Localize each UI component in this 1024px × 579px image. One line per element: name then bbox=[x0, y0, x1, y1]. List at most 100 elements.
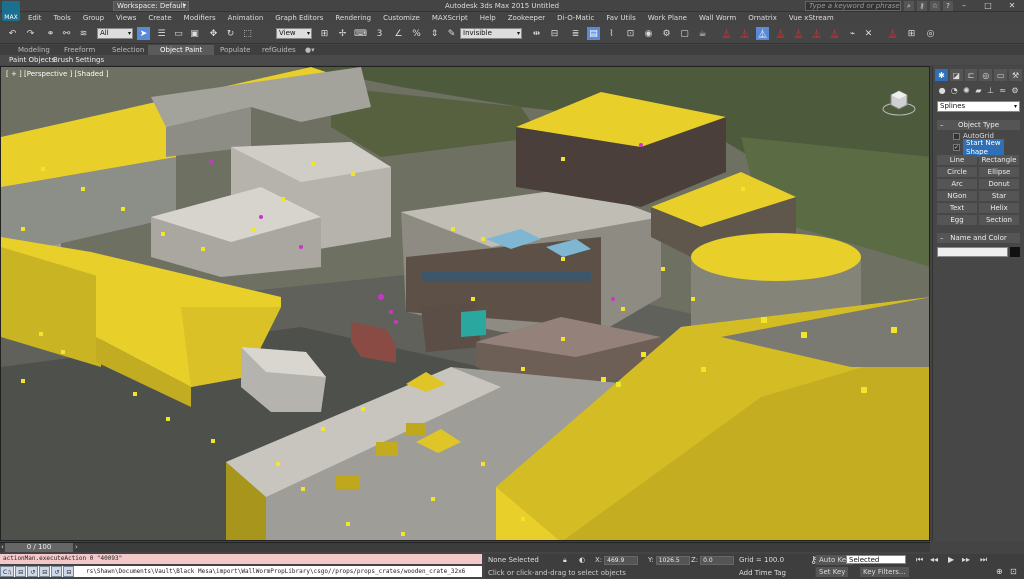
maximize-icon[interactable]: □ bbox=[976, 0, 1000, 11]
keyboard-shortcut-icon[interactable]: ⌨ bbox=[354, 27, 367, 40]
x-coord-field[interactable]: 469.9 bbox=[604, 555, 639, 565]
donut-button[interactable]: Donut bbox=[979, 179, 1019, 189]
display-tab-icon[interactable]: ▭ bbox=[994, 69, 1008, 81]
shapes-icon[interactable]: ◔ bbox=[949, 86, 959, 97]
menu-rendering[interactable]: Rendering bbox=[329, 13, 377, 24]
utilities-tab-icon[interactable]: ⚒ bbox=[1009, 69, 1022, 81]
spacewarps-icon[interactable]: ≈ bbox=[998, 86, 1008, 97]
object-color-swatch[interactable] bbox=[1010, 247, 1020, 257]
menu-tools[interactable]: Tools bbox=[48, 13, 77, 24]
ribbon-options-icon[interactable]: ●▾ bbox=[305, 45, 315, 55]
key-filters-button[interactable]: Key Filters... bbox=[860, 567, 909, 577]
tab-freeform[interactable]: Freeform bbox=[64, 45, 95, 55]
snaps-toggle-icon[interactable]: 3 bbox=[373, 27, 386, 40]
helpers-icon[interactable]: ⊥ bbox=[986, 86, 996, 97]
menu-animation[interactable]: Animation bbox=[222, 13, 270, 24]
circle-button[interactable]: Circle bbox=[937, 167, 977, 177]
menu-graph-editors[interactable]: Graph Editors bbox=[269, 13, 329, 24]
motion-tab-icon[interactable]: ◎ bbox=[979, 69, 993, 81]
autogrid-box[interactable] bbox=[953, 133, 960, 140]
menu-fav-utils[interactable]: Fav Utils bbox=[600, 13, 641, 24]
material-editor-icon[interactable]: ◉ bbox=[642, 27, 655, 40]
set-key-button[interactable]: Set Key bbox=[816, 567, 849, 577]
move-icon[interactable]: ✥ bbox=[207, 27, 220, 40]
wallworm-tool-8-icon[interactable]: ⌁ bbox=[846, 27, 859, 40]
menu-customize[interactable]: Customize bbox=[377, 13, 426, 24]
rect-selection-icon[interactable]: ▭ bbox=[172, 27, 185, 40]
maximize-viewport-icon[interactable]: ⊡ bbox=[1010, 567, 1017, 577]
prev-key-icon[interactable]: ◂◂ bbox=[930, 555, 938, 565]
tab-selection[interactable]: Selection bbox=[112, 45, 144, 55]
workspace-dropdown[interactable]: Workspace: Default bbox=[113, 1, 189, 11]
star-icon[interactable]: ☆ bbox=[930, 1, 940, 11]
menu-maxscript[interactable]: MAXScript bbox=[426, 13, 474, 24]
wallworm-tool-3-icon[interactable]: ⏅ bbox=[756, 27, 769, 40]
tab-modeling[interactable]: Modeling bbox=[18, 45, 50, 55]
select-object-icon[interactable]: ➤ bbox=[137, 27, 150, 40]
wallworm-tool-11-icon[interactable]: ◎ bbox=[924, 27, 937, 40]
section-button[interactable]: Section bbox=[979, 215, 1019, 225]
schematic-view-icon[interactable]: ⊡ bbox=[624, 27, 637, 40]
menu-modifiers[interactable]: Modifiers bbox=[178, 13, 222, 24]
menu-edit[interactable]: Edit bbox=[22, 13, 48, 24]
app-logo-button[interactable]: MAX bbox=[2, 1, 20, 21]
render-teapot-icon[interactable]: ☕ bbox=[696, 27, 709, 40]
lock-selection-icon[interactable]: 🔒︎ bbox=[563, 555, 567, 565]
rectangle-button[interactable]: Rectangle bbox=[979, 155, 1019, 165]
quick-btn-2[interactable]: ⊟ bbox=[15, 566, 27, 577]
selection-filter-dropdown[interactable]: All bbox=[97, 28, 133, 39]
rotate-icon[interactable]: ↻ bbox=[224, 27, 237, 40]
time-slider-thumb[interactable]: 0 / 100 bbox=[5, 543, 73, 552]
wallworm-tool-1-icon[interactable]: ⏅ bbox=[720, 27, 733, 40]
create-tab-icon[interactable]: ✱ bbox=[935, 69, 948, 81]
menu-zookeeper[interactable]: Zookeeper bbox=[502, 13, 551, 24]
named-selection-dropdown[interactable]: Invisible bbox=[460, 28, 522, 39]
graphite-toggle-icon[interactable]: ▤ bbox=[587, 27, 600, 40]
select-manipulate-icon[interactable]: ✢ bbox=[336, 27, 349, 40]
percent-snap-icon[interactable]: % bbox=[410, 27, 423, 40]
star-button[interactable]: Star bbox=[979, 191, 1019, 201]
brush-settings-panel[interactable]: Brush Settings bbox=[53, 55, 104, 65]
reference-coord-dropdown[interactable]: View bbox=[276, 28, 312, 39]
y-coord-field[interactable]: 1026.5 bbox=[655, 555, 690, 565]
z-coord-field[interactable]: 0.0 bbox=[700, 555, 735, 565]
quick-btn-5[interactable]: ↺ bbox=[51, 566, 63, 577]
ellipse-button[interactable]: Ellipse bbox=[979, 167, 1019, 177]
curve-editor-icon[interactable]: ⌇ bbox=[605, 27, 618, 40]
quick-btn-1[interactable]: C:\ bbox=[0, 566, 15, 577]
rendered-frame-icon[interactable]: ▢ bbox=[678, 27, 691, 40]
menu-group[interactable]: Group bbox=[77, 13, 110, 24]
wallworm-tool-6-icon[interactable]: ⏅ bbox=[810, 27, 823, 40]
search-icon[interactable]: ⌕ bbox=[904, 1, 914, 11]
menu-wall-worm[interactable]: Wall Worm bbox=[693, 13, 742, 24]
key-mode-dropdown[interactable]: Selected bbox=[846, 555, 906, 564]
geometry-icon[interactable]: ● bbox=[937, 86, 947, 97]
cameras-icon[interactable]: ▰ bbox=[973, 86, 983, 97]
start-new-shape-box[interactable]: ✓ bbox=[953, 144, 960, 151]
systems-icon[interactable]: ⚙ bbox=[1010, 86, 1020, 97]
perspective-viewport[interactable]: [ + ] [Perspective ] [Shaded ] bbox=[0, 66, 930, 541]
goto-end-icon[interactable]: ⏭ bbox=[980, 555, 987, 565]
undo-icon[interactable]: ↶ bbox=[6, 27, 19, 40]
angle-snap-icon[interactable]: ∠ bbox=[392, 27, 405, 40]
align-icon[interactable]: ⊟ bbox=[548, 27, 561, 40]
quick-btn-4[interactable]: ⊟ bbox=[39, 566, 51, 577]
scale-icon[interactable]: ⬚ bbox=[241, 27, 254, 40]
minimize-icon[interactable]: – bbox=[952, 0, 976, 11]
tab-refguides[interactable]: refGuides bbox=[262, 45, 296, 55]
line-button[interactable]: Line bbox=[937, 155, 977, 165]
viewport-label[interactable]: [ + ] [Perspective ] [Shaded ] bbox=[6, 70, 109, 78]
menu-views[interactable]: Views bbox=[110, 13, 142, 24]
close-icon[interactable]: ✕ bbox=[1000, 0, 1024, 11]
named-selection-icon[interactable]: ✎ bbox=[445, 27, 458, 40]
hierarchy-tab-icon[interactable]: ⊏ bbox=[964, 69, 978, 81]
render-setup-icon[interactable]: ⚙ bbox=[660, 27, 673, 40]
wallworm-tool-10-icon[interactable]: ⊞ bbox=[905, 27, 918, 40]
modify-tab-icon[interactable]: ◪ bbox=[949, 69, 963, 81]
ngon-button[interactable]: NGon bbox=[937, 191, 977, 201]
quick-btn-3[interactable]: ↺ bbox=[27, 566, 39, 577]
next-frame-icon[interactable]: › bbox=[75, 543, 78, 552]
egg-button[interactable]: Egg bbox=[937, 215, 977, 225]
select-by-name-icon[interactable]: ☰ bbox=[155, 27, 168, 40]
menu-ornatrix[interactable]: Ornatrix bbox=[742, 13, 783, 24]
